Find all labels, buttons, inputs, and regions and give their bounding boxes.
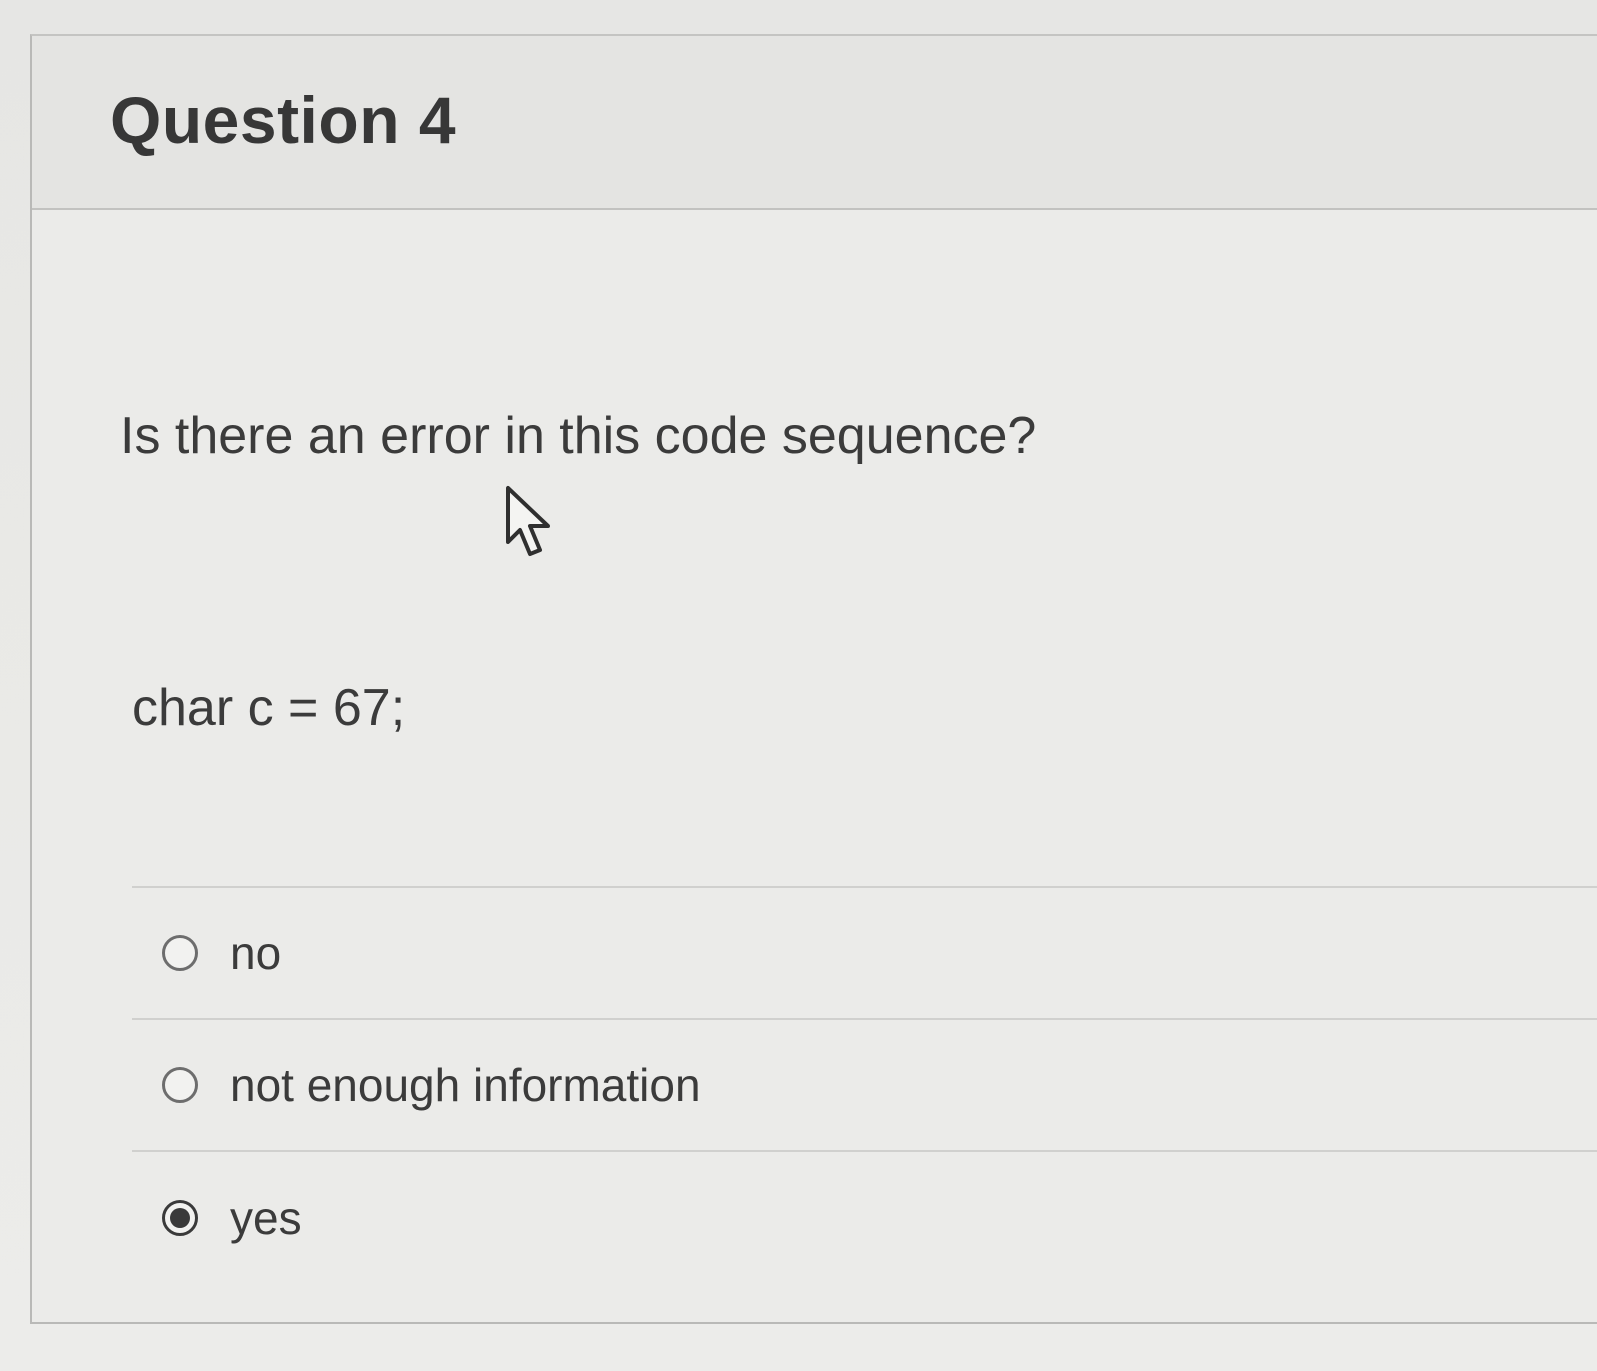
answer-option-no[interactable]: no [132, 888, 1597, 1020]
question-title: Question 4 [110, 83, 457, 157]
code-snippet: char c = 67; [132, 679, 406, 737]
question-prompt: Is there an error in this code sequence? [120, 407, 1037, 465]
radio-button-no[interactable] [162, 935, 198, 971]
answer-label-no: no [230, 927, 282, 979]
radio-button-yes[interactable] [162, 1200, 198, 1236]
answer-label-yes: yes [230, 1192, 302, 1244]
question-body: Is there an error in this code sequence?… [32, 210, 1597, 1324]
answer-option-yes[interactable]: yes [132, 1152, 1597, 1284]
mouse-pointer-icon [506, 486, 550, 556]
question-header: Question 4 [32, 36, 1597, 210]
question-card: Question 4 Is there an error in this cod… [30, 34, 1597, 1324]
answer-list: no not enough information yes [132, 886, 1597, 1284]
radio-button-not-enough-information[interactable] [162, 1067, 198, 1103]
answer-option-not-enough-information[interactable]: not enough information [132, 1020, 1597, 1152]
answer-label-not-enough-information: not enough information [230, 1059, 701, 1111]
